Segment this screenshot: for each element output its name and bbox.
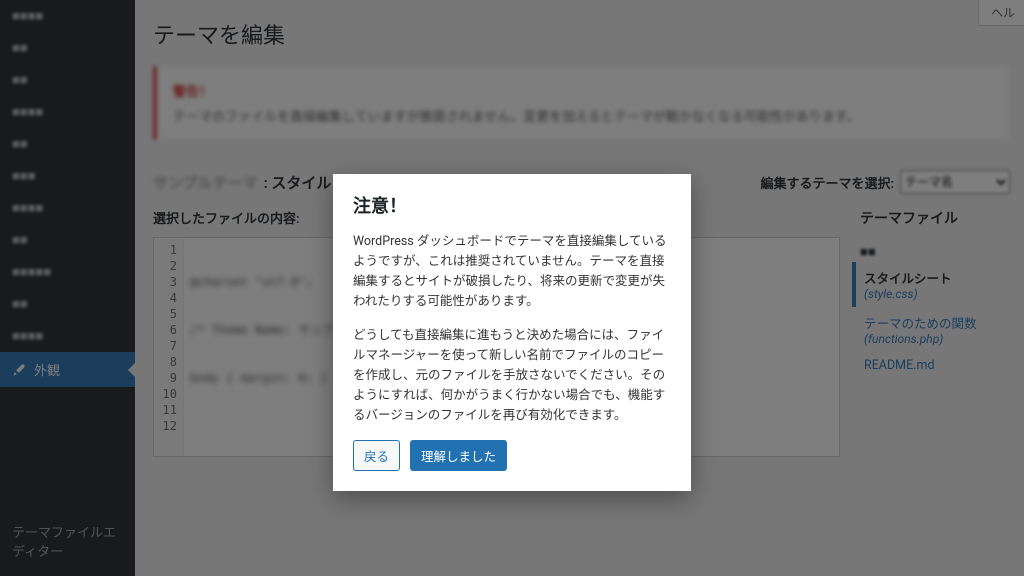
- warning-modal: 注意！ WordPress ダッシュボードでテーマを直接編集しているようですが、…: [333, 174, 691, 491]
- modal-paragraph: どうしても直接編集に進もうと決めた場合には、ファイルマネージャーを使って新しい名…: [333, 326, 691, 440]
- modal-overlay: 注意！ WordPress ダッシュボードでテーマを直接編集しているようですが、…: [0, 0, 1024, 576]
- back-button[interactable]: 戻る: [353, 440, 400, 471]
- modal-paragraph: WordPress ダッシュボードでテーマを直接編集しているようですが、これは推…: [333, 232, 691, 326]
- confirm-button[interactable]: 理解しました: [410, 440, 507, 471]
- modal-title: 注意！: [333, 174, 691, 232]
